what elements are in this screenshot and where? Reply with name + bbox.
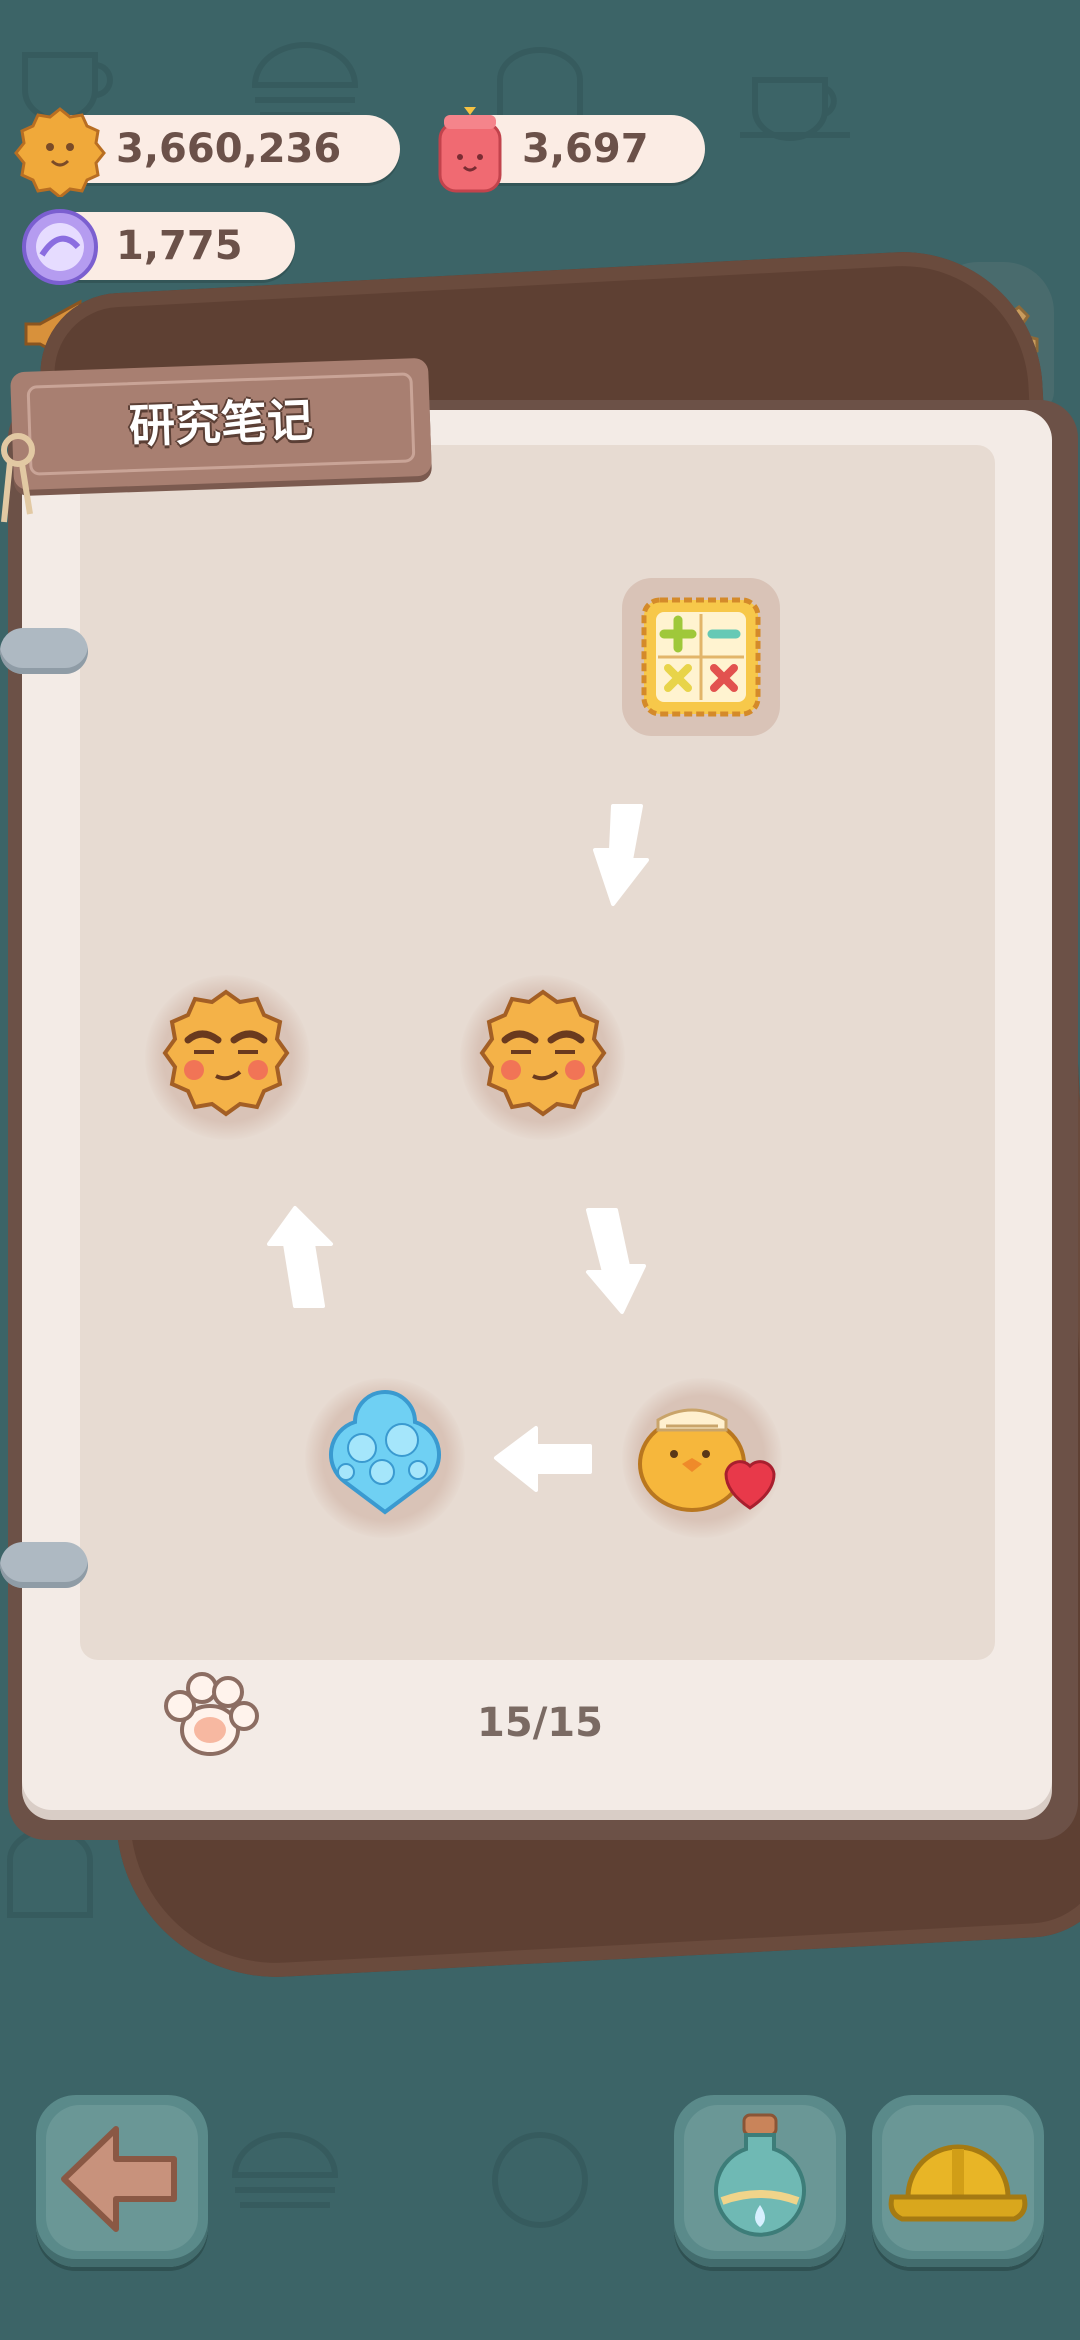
binder-ring-top	[0, 628, 88, 674]
potion-bottle-icon	[714, 2113, 806, 2237]
jam-balance: 3,697	[522, 126, 649, 172]
background-doodle-cookie-icon	[492, 2132, 588, 2228]
candy-icon	[22, 209, 98, 285]
background-doodle-coffee-icon	[740, 77, 850, 141]
flow-arrow-down-right	[586, 1208, 646, 1314]
smug-cookie-icon[interactable]	[475, 988, 611, 1124]
page-indicator: 15/15	[477, 1700, 603, 1746]
candy-balance: 1,775	[116, 223, 243, 269]
back-arrow-icon	[61, 2126, 177, 2232]
flow-arrow-up-left	[267, 1206, 333, 1308]
blue-bubbles-icon[interactable]	[312, 1388, 458, 1528]
smug-cookie-icon[interactable]	[158, 988, 294, 1124]
chick-with-heart-icon[interactable]	[630, 1392, 776, 1522]
flow-arrow-left	[494, 1426, 592, 1492]
jam-jar-icon	[438, 107, 502, 193]
cookie-coin-icon	[14, 107, 106, 197]
flow-arrow-down	[593, 804, 649, 906]
cookie-balance: 3,660,236	[116, 126, 342, 172]
tag-string-icon	[1, 433, 35, 523]
notebook-title-tag: 研究笔记	[10, 357, 432, 491]
potion-button[interactable]	[674, 2095, 846, 2267]
paw-icon[interactable]	[158, 1670, 262, 1770]
hard-hat-icon	[888, 2144, 1028, 2222]
back-button[interactable]	[36, 2095, 208, 2267]
binder-ring-bottom	[0, 1542, 88, 1588]
helmet-button[interactable]	[872, 2095, 1044, 2267]
background-doodle-burger-icon	[231, 2132, 339, 2208]
math-biscuit-icon[interactable]	[638, 594, 764, 720]
